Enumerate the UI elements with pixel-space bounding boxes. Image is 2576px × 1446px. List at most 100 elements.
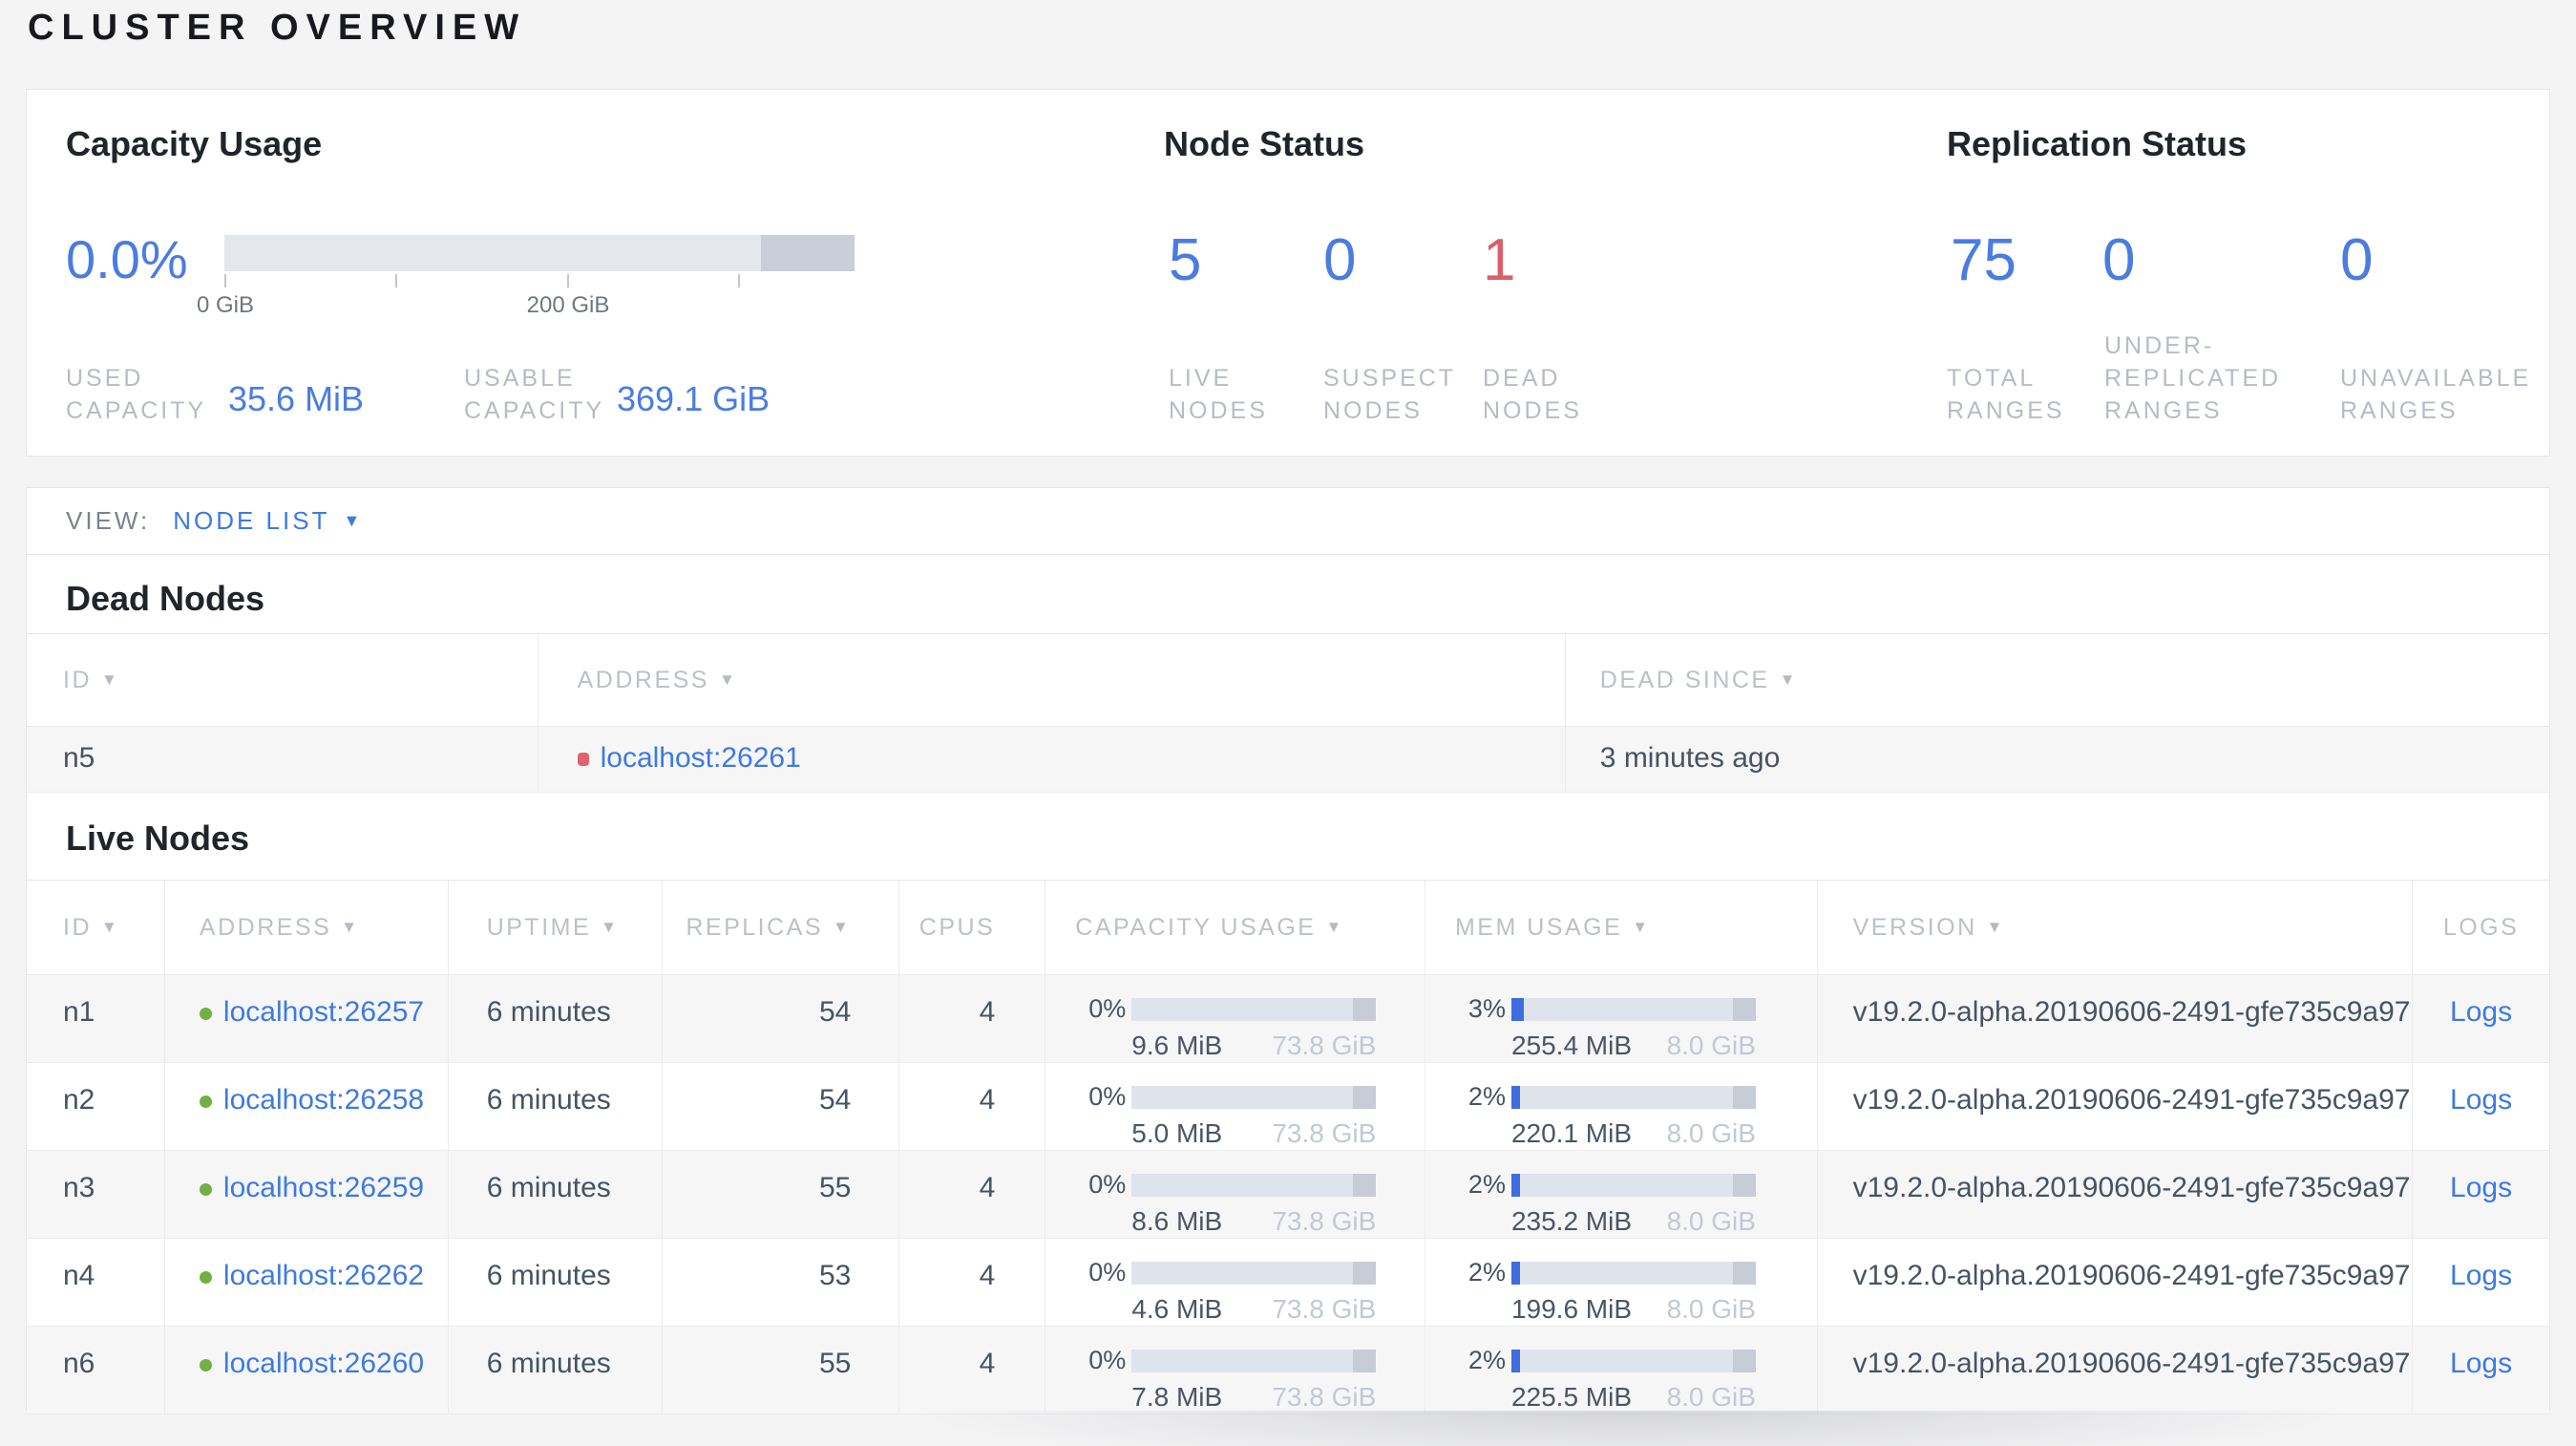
node-address-link[interactable]: localhost:26258: [223, 1084, 424, 1116]
mem-bar-fill: [1510, 997, 1524, 1021]
dead-nodes-heading: Dead Nodes: [66, 579, 265, 618]
table-row: n4 localhost:26262 6 minutes 53 4 0% 4.6…: [27, 1239, 2549, 1327]
column-header-dead-since[interactable]: DEAD SINCE ▼: [1566, 634, 2549, 726]
cpus-value: 4: [899, 1239, 1046, 1326]
view-label: VIEW:: [66, 506, 151, 535]
version-value: v19.2.0-alpha.20190606-2491-gfe735c9a97: [1818, 1151, 2414, 1238]
usable-capacity-label: USABLE CAPACITY: [464, 365, 605, 424]
replicas-value: 54: [663, 1063, 900, 1150]
version-value: v19.2.0-alpha.20190606-2491-gfe735c9a97: [1818, 975, 2414, 1062]
capacity-bar-nonusable-segment: [1353, 997, 1377, 1021]
column-header-capacity-usage[interactable]: CAPACITY USAGE ▼: [1045, 881, 1425, 974]
capacity-bar-nonusable-segment: [1353, 1261, 1377, 1285]
node-id: n3: [27, 1151, 165, 1238]
view-selector[interactable]: NODE LIST: [173, 506, 329, 536]
logs-link[interactable]: Logs: [2450, 1172, 2512, 1203]
version-value: v19.2.0-alpha.20190606-2491-gfe735c9a97: [1818, 1327, 2414, 1414]
node-id: n4: [27, 1239, 165, 1326]
mem-bar: [1510, 1349, 1756, 1372]
mem-used-value: 220.1 MiB: [1510, 1118, 1633, 1148]
column-header-mem-usage[interactable]: MEM USAGE ▼: [1425, 881, 1818, 974]
column-header-cpus[interactable]: CPUS: [899, 881, 1046, 974]
used-capacity-value: 35.6 MiB: [228, 379, 365, 418]
capacity-percent: 0%: [1088, 994, 1127, 1023]
mem-percent: 2%: [1467, 1346, 1506, 1374]
version-value: v19.2.0-alpha.20190606-2491-gfe735c9a97: [1818, 1239, 2414, 1326]
mem-bar: [1510, 1085, 1756, 1109]
table-row: n2 localhost:26258 6 minutes 54 4 0% 5.0…: [27, 1063, 2549, 1151]
live-status-dot-icon: [199, 1095, 212, 1108]
unavailable-ranges-label: UNAVAILABLE RANGES: [2340, 365, 2532, 424]
sort-desc-icon: ▼: [1632, 918, 1651, 936]
capacity-total-value: 73.8 GiB: [1272, 1118, 1377, 1148]
usable-capacity-value: 369.1 GiB: [617, 379, 771, 418]
mem-bar-fill: [1510, 1261, 1520, 1285]
sort-desc-icon: ▼: [101, 918, 120, 936]
uptime-value: 6 minutes: [449, 1151, 663, 1238]
live-status-dot-icon: [199, 1270, 212, 1284]
live-nodes-count: 5: [1169, 227, 1202, 293]
mem-bar: [1510, 997, 1756, 1021]
node-list-card: VIEW: NODE LIST ▼ Dead Nodes ID ▼ ADDRESS…: [26, 487, 2550, 1414]
logs-link[interactable]: Logs: [2450, 1260, 2512, 1291]
column-header-replicas[interactable]: REPLICAS ▼: [663, 881, 900, 974]
sort-desc-icon: ▼: [1325, 918, 1344, 936]
logs-link[interactable]: Logs: [2450, 1084, 2512, 1116]
mem-usage-cell: 2% 199.6 MiB 8.0 GiB: [1425, 1239, 1818, 1326]
chevron-down-icon[interactable]: ▼: [343, 511, 360, 531]
table-row: n3 localhost:26259 6 minutes 55 4 0% 8.6…: [27, 1151, 2549, 1239]
sort-desc-icon: ▼: [1986, 918, 2005, 936]
node-address-link[interactable]: localhost:26261: [601, 742, 801, 774]
column-header-uptime[interactable]: UPTIME ▼: [449, 881, 663, 974]
table-row: n5 localhost:26261 3 minutes ago: [27, 727, 2549, 793]
mem-total-value: 8.0 GiB: [1666, 1031, 1756, 1060]
replicas-value: 55: [663, 1151, 900, 1238]
mem-bar-nonusable-segment: [1732, 997, 1756, 1021]
unavailable-count: 0: [2340, 227, 2374, 293]
mem-percent: 2%: [1467, 1258, 1506, 1287]
logs-link[interactable]: Logs: [2450, 1348, 2512, 1379]
mem-total-value: 8.0 GiB: [1666, 1382, 1756, 1412]
capacity-gauge-nonusable-segment: [761, 235, 855, 271]
capacity-used-value: 8.6 MiB: [1131, 1206, 1223, 1236]
total-ranges-label: TOTAL RANGES: [1947, 365, 2065, 424]
gauge-tick: [224, 274, 226, 287]
capacity-bar: [1131, 1173, 1377, 1197]
suspect-nodes-label: SUSPECT NODES: [1323, 365, 1456, 424]
node-address-link[interactable]: localhost:26257: [223, 996, 424, 1028]
mem-bar-fill: [1510, 1085, 1520, 1109]
sort-desc-icon: ▼: [341, 918, 360, 936]
page-bottom-shadow: [707, 1411, 2549, 1446]
capacity-percent: 0%: [1088, 1346, 1127, 1374]
node-address-link[interactable]: localhost:26262: [223, 1260, 424, 1291]
capacity-used-value: 4.6 MiB: [1131, 1294, 1223, 1324]
mem-total-value: 8.0 GiB: [1666, 1206, 1756, 1236]
live-nodes-table: ID ▼ ADDRESS ▼ UPTIME ▼ REPLICAS ▼ CPUS CAPA…: [27, 880, 2549, 1414]
capacity-percent: 0%: [1088, 1170, 1127, 1199]
gauge-tick: [567, 274, 569, 287]
column-header-id[interactable]: ID ▼: [27, 881, 165, 974]
node-address-link[interactable]: localhost:26260: [223, 1348, 424, 1379]
column-header-logs: LOGS: [2442, 913, 2520, 941]
column-header-address[interactable]: ADDRESS ▼: [538, 634, 1566, 726]
live-nodes-header-row: ID ▼ ADDRESS ▼ UPTIME ▼ REPLICAS ▼ CPUS CAPA…: [27, 880, 2549, 975]
cpus-value: 4: [899, 1151, 1046, 1238]
cpus-value: 4: [899, 975, 1046, 1062]
table-row: n1 localhost:26257 6 minutes 54 4 0% 9.6…: [27, 975, 2549, 1063]
capacity-used-value: 9.6 MiB: [1131, 1031, 1223, 1060]
mem-usage-cell: 2% 235.2 MiB 8.0 GiB: [1425, 1151, 1818, 1238]
mem-total-value: 8.0 GiB: [1666, 1118, 1756, 1148]
capacity-bar: [1131, 1085, 1377, 1109]
sort-desc-icon: ▼: [833, 918, 852, 936]
node-address-link[interactable]: localhost:26259: [223, 1172, 424, 1203]
node-id: n5: [27, 727, 538, 792]
column-header-id[interactable]: ID ▼: [27, 634, 538, 726]
capacity-total-value: 73.8 GiB: [1272, 1382, 1377, 1412]
replicas-value: 53: [663, 1239, 900, 1326]
column-header-version[interactable]: VERSION ▼: [1818, 881, 2414, 974]
capacity-used-percent: 0.0%: [66, 229, 188, 289]
under-replicated-label: UNDER-REPLICATED RANGES: [2104, 332, 2282, 424]
cluster-summary-card: Capacity Usage 0.0% 0 GiB 200 GiB USED C…: [26, 89, 2550, 457]
column-header-address[interactable]: ADDRESS ▼: [165, 881, 449, 974]
logs-link[interactable]: Logs: [2450, 996, 2512, 1028]
